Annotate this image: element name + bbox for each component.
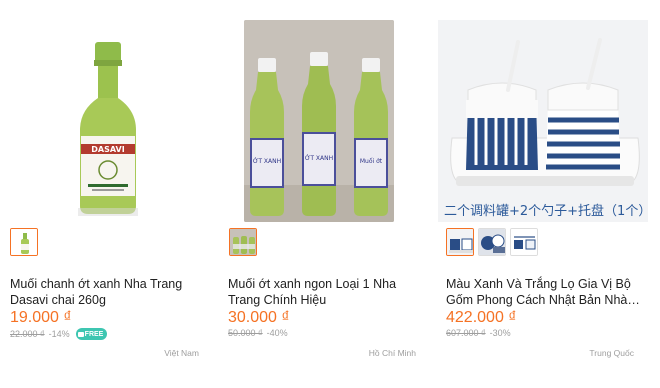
bottle-label-2: ỚT XANH (305, 155, 333, 162)
price-details: 607.000 ₫ -30% (446, 328, 511, 338)
product-card[interactable]: 二个调料罐+2个勺子+托盘（1个） Màu Xanh Và Trắng Lọ G… (438, 0, 660, 388)
thumbnail[interactable] (446, 228, 474, 256)
product-price: 422.000 ₫ (446, 309, 517, 326)
product-image[interactable]: DASAVI (8, 18, 208, 223)
thumbnail[interactable] (478, 228, 506, 256)
price-details: 22.000 ₫ -14% FREE (10, 328, 108, 340)
product-price: 19.000 ₫ (10, 309, 72, 326)
thumbnail-strip (229, 228, 257, 256)
product-title[interactable]: Muối chanh ớt xanh Nha Trang Dasavi chai… (10, 276, 203, 308)
discount-percent: -14% (48, 329, 70, 339)
thumbnail[interactable] (10, 228, 38, 256)
original-price: 22.000 ₫ (10, 329, 45, 339)
bottle-label-3: Muối ớt (360, 158, 383, 165)
thumbnail-strip (10, 228, 38, 256)
thumbnail-strip (446, 228, 538, 256)
free-shipping-label: FREE (84, 330, 104, 338)
product-location: Trung Quốc (589, 348, 634, 358)
product-card[interactable]: ỚT XANH ỚT XANH Muối ớt Muối ớt xanh ngo… (220, 0, 435, 388)
product-price: 30.000 ₫ (228, 309, 290, 326)
discount-percent: -40% (266, 328, 288, 338)
price-details: 50.000 ₫ -40% (228, 328, 288, 338)
product-image[interactable]: ỚT XANH ỚT XANH Muối ớt (244, 20, 394, 222)
product-card[interactable]: DASAVI Muối chanh ớt xanh Nha Trang Dasa… (0, 0, 215, 388)
product-location: Hồ Chí Minh (368, 348, 416, 358)
thumbnail[interactable] (510, 228, 538, 256)
thumbnail[interactable] (229, 228, 257, 256)
discount-percent: -30% (489, 328, 511, 338)
bottle-label-1: ỚT XANH (253, 158, 281, 165)
free-shipping-badge: FREE (75, 328, 108, 340)
bottle-brand-text: DASAVI (91, 145, 124, 154)
product-image[interactable]: 二个调料罐+2个勺子+托盘（1个） (438, 20, 648, 222)
product-title[interactable]: Màu Xanh Và Trắng Lọ Gia Vị Bộ Gốm Phong… (446, 276, 646, 308)
original-price: 607.000 ₫ (446, 328, 486, 338)
product-location: Việt Nam (164, 348, 199, 358)
original-price: 50.000 ₫ (228, 328, 263, 338)
truck-icon (77, 331, 84, 337)
image-caption: 二个调料罐+2个勺子+托盘（1个） (444, 204, 648, 219)
product-title[interactable]: Muối ớt xanh ngon Loại 1 Nha Trang Chính… (228, 276, 423, 308)
